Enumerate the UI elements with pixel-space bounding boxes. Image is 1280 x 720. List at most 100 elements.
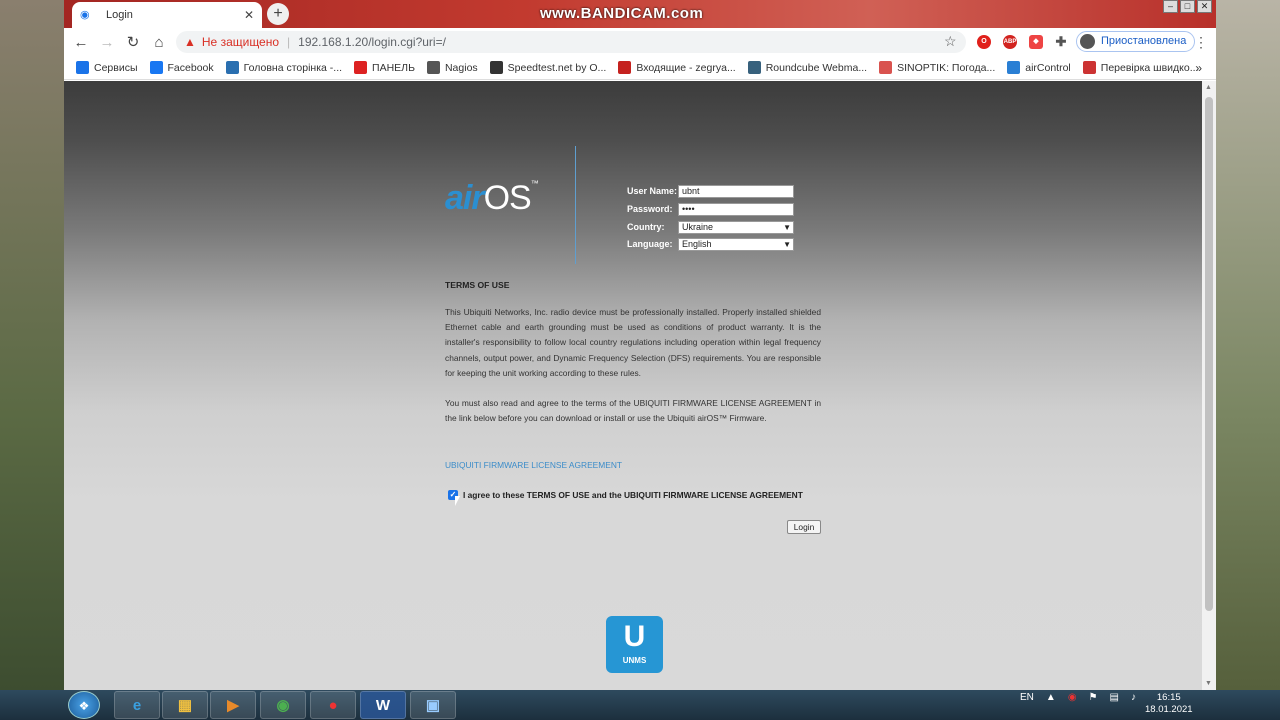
clock[interactable]: 16:15 18.01.2021 — [1145, 692, 1193, 716]
bookmark-label: ПАНЕЛЬ — [372, 61, 415, 74]
record-tray-icon[interactable]: ◉ — [1068, 692, 1077, 703]
bookmark-label: Перевірка швидко... — [1100, 61, 1199, 74]
file-explorer-icon[interactable]: ▦ — [162, 691, 208, 719]
window-controls: – □ ✕ — [1161, 0, 1212, 13]
bookmark-item[interactable]: ПАНЕЛЬ — [354, 61, 415, 74]
agree-row: ✓ I agree to these TERMS OF USE and the … — [448, 490, 803, 500]
unms-logo[interactable]: U UNMS — [606, 616, 663, 673]
language-select[interactable]: English ▼ — [678, 238, 794, 251]
word-icon[interactable]: W — [360, 691, 406, 719]
forward-icon[interactable]: → — [94, 34, 120, 51]
roundcube-icon — [747, 61, 761, 74]
bookmark-item[interactable]: Перевірка швидко... — [1082, 61, 1199, 74]
desktop-wallpaper-right — [1216, 0, 1280, 690]
scrollbar-thumb[interactable] — [1205, 97, 1213, 611]
unms-label: UNMS — [622, 656, 647, 665]
login-button[interactable]: Login — [787, 520, 821, 534]
bandicam-icon[interactable]: ● — [310, 691, 356, 719]
speedcheck-icon — [1082, 61, 1096, 74]
bookmark-label: Speedtest.net by O... — [507, 61, 607, 74]
agree-text: I agree to these TERMS OF USE and the UB… — [463, 490, 803, 500]
maximize-button[interactable]: □ — [1180, 0, 1195, 13]
minimize-button[interactable]: – — [1163, 0, 1178, 13]
recording-watermark: www.BANDICAM.com — [540, 5, 704, 22]
bookmark-label: SINOPTIK: Погода... — [897, 61, 996, 74]
username-input[interactable]: ubnt — [678, 185, 794, 198]
page-scrollbar[interactable]: ▲ ▼ — [1202, 81, 1216, 690]
network-tray-icon[interactable]: ▤ — [1110, 692, 1119, 703]
language-value: English — [682, 239, 712, 249]
scroll-down-icon[interactable]: ▼ — [1205, 680, 1212, 687]
bookmark-star-icon[interactable]: ☆ — [944, 33, 957, 50]
start-button[interactable]: ❖ — [68, 691, 100, 719]
bookmark-label: Головна сторінка -... — [243, 61, 343, 74]
avatar — [1080, 34, 1095, 49]
desktop-wallpaper-left — [0, 0, 64, 690]
bookmark-label: Входящие - zegrya... — [636, 61, 736, 74]
country-label: Country: — [627, 222, 665, 232]
not-secure-label[interactable]: Не защищено — [202, 35, 279, 49]
language-indicator[interactable]: EN — [1020, 692, 1034, 703]
back-icon[interactable]: ← — [68, 34, 94, 51]
extensions-puzzle-icon[interactable]: ✚ — [1054, 35, 1068, 49]
profile-paused-button[interactable]: Приостановлена — [1076, 31, 1196, 52]
adblock-plus-extension-icon[interactable]: ABP — [1003, 35, 1017, 49]
tab-login[interactable]: ◉ Login ✕ — [72, 2, 262, 28]
country-value: Ukraine — [682, 222, 714, 232]
flag-tray-icon[interactable]: ⚑ — [1089, 692, 1098, 703]
internet-explorer-icon[interactable]: e — [114, 691, 160, 719]
reload-icon[interactable]: ↻ — [120, 33, 146, 51]
browser-toolbar: ← → ↻ ⌂ ▲ Не защищено | 192.168.1.20/log… — [64, 28, 1216, 56]
password-input[interactable]: •••• — [678, 203, 794, 216]
warning-icon: ▲ — [184, 35, 196, 49]
gmail-icon — [618, 61, 632, 74]
url-text[interactable]: 192.168.1.20/login.cgi?uri=/ — [298, 35, 446, 49]
z-icon — [354, 61, 368, 74]
bookmark-item[interactable]: Roundcube Webma... — [747, 61, 868, 74]
bookmark-item[interactable]: Входящие - zegrya... — [618, 61, 736, 74]
nagios-icon — [426, 61, 440, 74]
username-label: User Name: — [627, 186, 678, 196]
divider — [575, 146, 576, 264]
bookmarks-bar: Сервисы Facebook Головна сторінка -... ПАНЕ… — [64, 56, 1216, 80]
bookmark-label: airControl — [1025, 61, 1071, 74]
scroll-up-icon[interactable]: ▲ — [1205, 84, 1212, 91]
home-icon[interactable]: ⌂ — [146, 34, 172, 51]
chrome-icon[interactable]: ◉ — [260, 691, 306, 719]
bookmark-label: Roundcube Webma... — [765, 61, 868, 74]
bookmark-label: Nagios — [444, 61, 478, 74]
clock-date: 18.01.2021 — [1145, 704, 1193, 715]
shield-extension-icon[interactable]: ◆ — [1029, 35, 1043, 49]
close-tab-icon[interactable]: ✕ — [244, 8, 254, 22]
control-panel-icon[interactable]: ▣ — [410, 691, 456, 719]
opera-vpn-extension-icon[interactable]: O — [977, 35, 991, 49]
desktop-screen: ◉ Login ✕ + www.BANDICAM.com – □ ✕ ← → ↻… — [0, 0, 1280, 720]
bookmark-item[interactable]: SINOPTIK: Погода... — [879, 61, 995, 74]
close-window-button[interactable]: ✕ — [1197, 0, 1212, 13]
bookmark-item[interactable]: airControl — [1007, 61, 1071, 74]
country-select[interactable]: Ukraine ▼ — [678, 221, 794, 234]
bookmarks-overflow-icon[interactable]: » — [1195, 61, 1202, 75]
volume-tray-icon[interactable]: ♪ — [1131, 692, 1136, 703]
bookmark-item[interactable]: Сервисы — [76, 61, 138, 74]
clock-time: 16:15 — [1156, 692, 1181, 703]
apps-icon — [76, 61, 89, 74]
mouse-cursor-icon — [455, 496, 460, 506]
wifi-favicon-icon: ◉ — [80, 9, 90, 21]
bookmark-item[interactable]: Nagios — [426, 61, 478, 74]
address-bar[interactable]: ▲ Не защищено | 192.168.1.20/login.cgi?u… — [176, 31, 966, 53]
bookmark-label: Facebook — [167, 61, 214, 74]
chevron-down-icon: ▼ — [783, 223, 791, 232]
bookmark-item[interactable]: Speedtest.net by O... — [489, 61, 607, 74]
tray-expand-icon[interactable]: ▲ — [1046, 692, 1056, 703]
bookmark-item[interactable]: Головна сторінка -... — [225, 61, 343, 74]
password-label: Password: — [627, 204, 673, 214]
new-tab-button[interactable]: + — [267, 3, 289, 25]
browser-menu-icon[interactable]: ⋮ — [1194, 34, 1208, 51]
terms-paragraph-1: This Ubiquiti Networks, Inc. radio devic… — [445, 307, 821, 378]
media-player-icon[interactable]: ▶ — [210, 691, 256, 719]
bookmark-item[interactable]: Facebook — [149, 61, 214, 74]
bookmark-label: Сервисы — [94, 61, 138, 74]
license-agreement-link[interactable]: UBIQUITI FIRMWARE LICENSE AGREEMENT — [445, 460, 622, 470]
airos-login-page: airOS™ User Name: ubnt Password: •••• Co… — [64, 81, 1202, 690]
